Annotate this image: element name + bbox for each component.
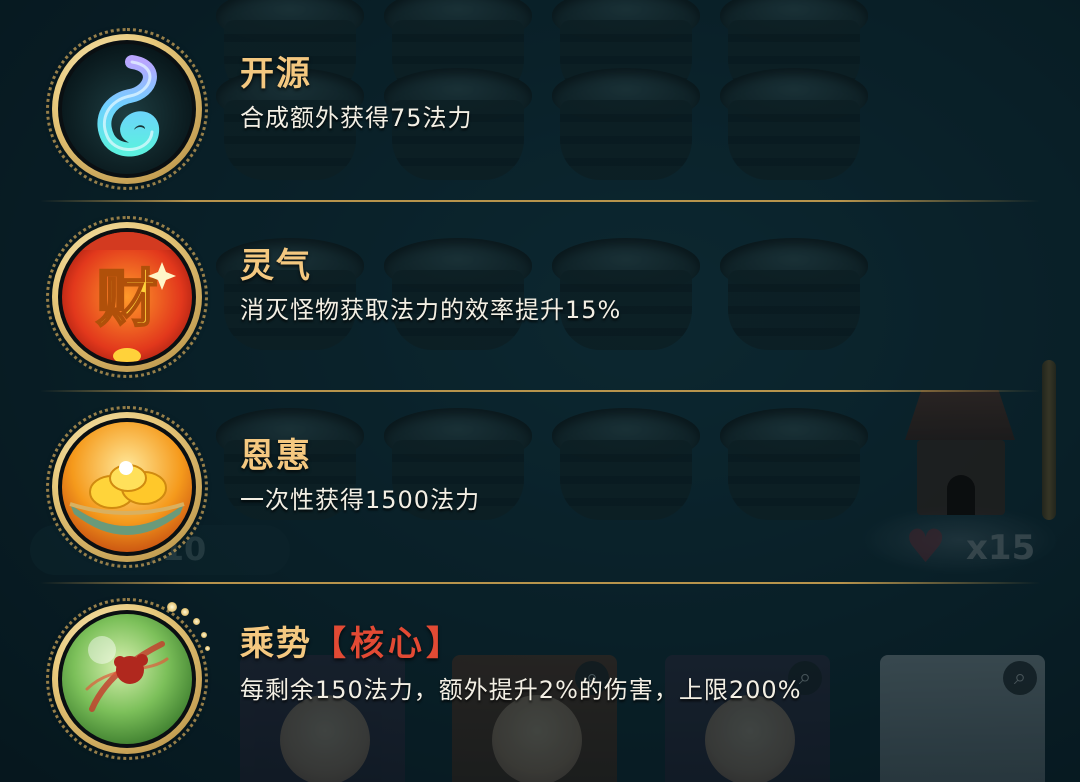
svg-text:财: 财 — [96, 262, 158, 335]
fortune-cai-lantern-icon: 财 — [62, 232, 192, 362]
talent-description: 消灭怪物获取法力的效率提升15% — [240, 296, 622, 324]
blue-spirit-wisp-icon — [62, 44, 192, 174]
talent-list: 开源 合成额外获得75法力 财 灵气 消灭怪物获取法力的效率提升15% 恩惠 一… — [0, 0, 1080, 782]
talent-description: 一次性获得1500法力 — [240, 486, 481, 514]
talent-badge — [46, 28, 208, 190]
game-screen: ♥ x15 /10 ⌕ ⌕ ⌕ 开源 合成额外获得75法力 财 灵气 消灭怪物获… — [0, 0, 1080, 782]
gold-treasure-bowl-icon — [62, 422, 192, 552]
talent-row-chengshi[interactable]: 乘势【核心】 每剩余150法力，额外提升2%的伤害，上限200% — [0, 582, 1040, 772]
talent-description: 每剩余150法力，额外提升2%的伤害，上限200% — [240, 676, 802, 704]
talent-title-text: 乘势 — [240, 624, 312, 664]
core-tag: 【核心】 — [312, 624, 464, 664]
talent-row-lingqi[interactable]: 财 灵气 消灭怪物获取法力的效率提升15% — [0, 200, 1040, 390]
talent-row-kaiyuan[interactable]: 开源 合成额外获得75法力 — [0, 0, 1040, 190]
talent-description: 合成额外获得75法力 — [240, 104, 473, 132]
talent-row-enhui[interactable]: 恩惠 一次性获得1500法力 — [0, 390, 1040, 580]
talent-badge — [46, 406, 208, 568]
sparkle-icon — [165, 600, 225, 670]
talent-title: 乘势【核心】 — [240, 616, 464, 665]
talent-title: 灵气 — [240, 246, 312, 286]
talent-title: 恩惠 — [240, 436, 312, 476]
talent-badge: 财 — [46, 216, 208, 378]
talent-title: 开源 — [240, 54, 312, 94]
